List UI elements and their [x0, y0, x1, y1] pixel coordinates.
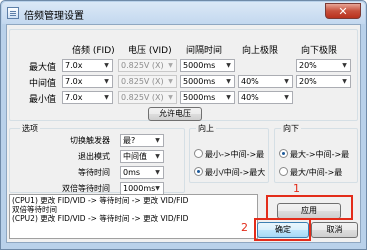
- chevron-down-icon: ▼: [284, 78, 289, 85]
- row-mid-label: 中间值: [29, 79, 57, 89]
- row-min-label: 最小值: [29, 95, 57, 105]
- mid-down-limit-select[interactable]: 20% ▼: [296, 75, 351, 88]
- close-button[interactable]: ✕: [325, 3, 361, 19]
- annotation-marker-2: 2: [241, 221, 248, 234]
- status-text-box: (CPU1) 更改 FID/VID -> 等待时间 -> 更改 VID/FID …: [9, 194, 258, 239]
- mid-interval-select[interactable]: 5000ms ▼: [180, 75, 235, 88]
- chevron-down-icon: ▼: [155, 185, 160, 192]
- header-fid: 倍频 (FID): [72, 46, 115, 56]
- up-option2-label: 最小/中间->最大: [205, 168, 266, 177]
- down-option1-label: 最大->中间->最: [290, 150, 350, 159]
- chevron-down-icon: ▼: [155, 137, 160, 144]
- status-line-1: (CPU1) 更改 FID/VID -> 等待时间 -> 更改 VID/FID: [12, 196, 189, 205]
- down-option1-radio[interactable]: [279, 149, 288, 158]
- max-interval-select[interactable]: 5000ms ▼: [180, 59, 235, 72]
- header-up-limit: 向上极限: [242, 46, 279, 56]
- options-group: 选项 切换触发器 最? ▼ 退出模式 中间值 ▼ 等待时间 0ms ▼ 双倍等待时间 …: [9, 123, 185, 195]
- chevron-down-icon: ▼: [104, 62, 109, 69]
- min-interval-select[interactable]: 5000ms ▼: [180, 91, 235, 104]
- up-option1-label: 最小->中间->最: [205, 150, 265, 159]
- app-icon: [7, 7, 19, 19]
- header-vid: 电压 (VID): [128, 46, 172, 56]
- chevron-down-icon: ▼: [155, 153, 160, 160]
- up-group: 向上 最小->中间->最 最小/中间->最大: [189, 123, 269, 183]
- header-interval: 间隔时间: [186, 46, 223, 56]
- options-title: 选项: [20, 123, 40, 134]
- down-option2-label: 最大/中间->最: [290, 168, 343, 177]
- max-vid-select[interactable]: 0.825V (X) ▼: [118, 59, 177, 72]
- status-line-3: (CPU2) 更改 FID/VID -> 等待时间 -> 更改 VID/FID: [12, 214, 189, 223]
- chevron-down-icon: ▼: [226, 78, 231, 85]
- mid-fid-select[interactable]: 7.0x ▼: [62, 75, 113, 88]
- dialog-window: 倍频管理设置 ✕ 倍频 (FID) 电压 (VID) 间隔时间 向上极限 向下极…: [0, 0, 367, 250]
- cancel-button[interactable]: 取消: [311, 222, 358, 238]
- chevron-down-icon: ▼: [226, 94, 231, 101]
- apply-highlight-box: [266, 195, 353, 220]
- mid-vid-select[interactable]: 0.825V (X) ▼: [118, 75, 177, 88]
- trigger-select[interactable]: 最? ▼: [120, 134, 164, 147]
- exit-mode-select[interactable]: 中间值 ▼: [120, 150, 164, 163]
- min-vid-select[interactable]: 0.825V (X) ▼: [118, 91, 177, 104]
- chevron-down-icon: ▼: [342, 62, 347, 69]
- chevron-down-icon: ▼: [226, 62, 231, 69]
- chevron-down-icon: ▼: [168, 78, 173, 85]
- dialog-client: 倍频 (FID) 电压 (VID) 间隔时间 向上极限 向下极限 最大值 7.0…: [6, 24, 361, 243]
- window-title: 倍频管理设置: [24, 11, 84, 22]
- trigger-label: 切换触发器: [70, 136, 110, 145]
- chevron-down-icon: ▼: [342, 78, 347, 85]
- chevron-down-icon: ▼: [168, 62, 173, 69]
- chevron-down-icon: ▼: [284, 94, 289, 101]
- max-fid-select[interactable]: 7.0x ▼: [62, 59, 113, 72]
- down-group-title: 向下: [281, 123, 301, 134]
- exit-mode-label: 退出模式: [78, 152, 110, 161]
- annotation-marker-1: 1: [293, 182, 300, 195]
- title-bar[interactable]: 倍频管理设置 ✕: [2, 2, 365, 24]
- chevron-down-icon: ▼: [155, 169, 160, 176]
- min-up-limit-select[interactable]: 40% ▼: [238, 91, 293, 104]
- wait-time-select[interactable]: 0ms ▼: [120, 166, 164, 179]
- ok-highlight-box: [254, 218, 311, 241]
- double-wait-label: 双倍等待时间: [62, 184, 110, 193]
- down-option2-radio[interactable]: [279, 167, 288, 176]
- chevron-down-icon: ▼: [104, 94, 109, 101]
- up-option1-radio[interactable]: [194, 149, 203, 158]
- max-down-limit-select[interactable]: 20% ▼: [296, 59, 351, 72]
- chevron-down-icon: ▼: [168, 94, 173, 101]
- status-line-2: 双倍等待时间: [12, 205, 57, 214]
- up-group-title: 向上: [196, 123, 216, 134]
- min-fid-select[interactable]: 7.0x ▼: [62, 91, 113, 104]
- wait-time-label: 等待时间: [78, 168, 110, 177]
- header-down-limit: 向下极限: [301, 46, 338, 56]
- allow-voltage-button[interactable]: 允许电压: [148, 107, 202, 121]
- row-max-label: 最大值: [29, 63, 57, 73]
- chevron-down-icon: ▼: [104, 78, 109, 85]
- up-option2-radio[interactable]: [194, 167, 203, 176]
- frequency-table-group: 倍频 (FID) 电压 (VID) 间隔时间 向上极限 向下极限 最大值 7.0…: [9, 29, 358, 121]
- down-group: 向下 最大->中间->最 最大/中间->最: [274, 123, 358, 183]
- mid-up-limit-select[interactable]: 40% ▼: [238, 75, 293, 88]
